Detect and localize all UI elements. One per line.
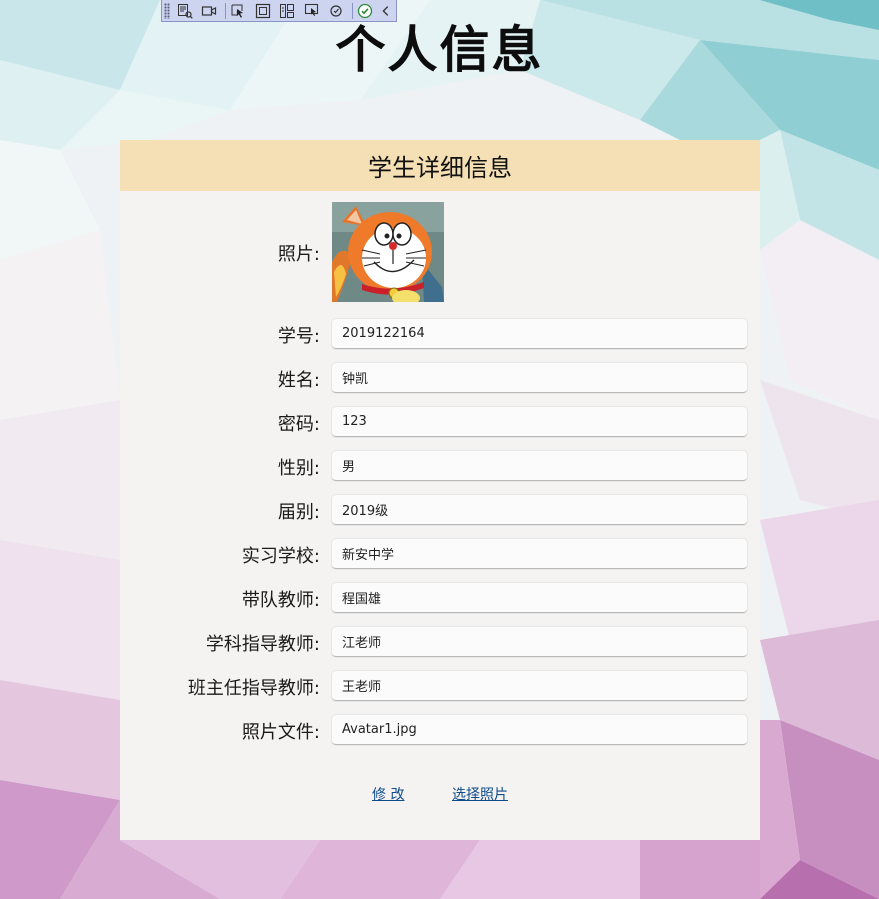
field-row: 届别: — [120, 495, 760, 525]
field-label: 实习学校: — [241, 546, 320, 567]
field-label: 学号: — [277, 326, 320, 347]
debug-toolbar — [161, 0, 397, 22]
field-input[interactable] — [332, 627, 747, 657]
field-row: 学号: — [120, 319, 760, 349]
field-row: 密码: — [120, 407, 760, 437]
field-label: 带队教师: — [241, 590, 320, 611]
photo-label: 照片: — [277, 244, 320, 265]
avatar-image — [332, 202, 444, 302]
pointer-select-icon[interactable] — [228, 1, 249, 21]
field-input[interactable] — [332, 495, 747, 525]
page-title: 个人信息 — [335, 21, 544, 79]
field-input[interactable] — [332, 715, 747, 745]
field-row: 带队教师: — [120, 583, 760, 613]
toolbar-separator — [224, 2, 226, 19]
toolbar-grip-handle[interactable] — [164, 2, 170, 19]
field-input[interactable] — [332, 319, 747, 349]
layout-adorner-icon[interactable] — [252, 1, 273, 21]
field-input[interactable] — [332, 671, 747, 701]
student-detail-card: 学生详细信息 照片: 学号: 2019122164 姓名: 钟凯 密码: 123… — [120, 140, 760, 840]
field-row: 学科指导教师: — [120, 627, 760, 657]
field-label: 性别: — [277, 458, 320, 479]
hot-reload-check-icon[interactable] — [355, 1, 376, 21]
record-icon[interactable] — [198, 1, 219, 21]
field-input[interactable] — [332, 539, 747, 569]
field-row: 实习学校: — [120, 539, 760, 569]
field-row: 班主任指导教师: — [120, 671, 760, 701]
choose-photo-link[interactable]: 选择照片 — [452, 784, 508, 804]
field-label: 届别: — [277, 502, 320, 523]
field-input[interactable] — [332, 451, 747, 481]
photo-row: 照片: — [120, 202, 760, 302]
field-row: 照片文件: — [120, 715, 760, 745]
field-label: 密码: — [277, 414, 320, 435]
select-element-icon[interactable] — [174, 1, 195, 21]
binding-failures-icon[interactable] — [325, 1, 346, 21]
field-row: 性别: — [120, 451, 760, 481]
field-input[interactable] — [332, 407, 747, 437]
edit-link[interactable]: 修 改 — [372, 784, 404, 804]
card-header: 学生详细信息 — [120, 140, 760, 191]
field-input[interactable] — [332, 583, 747, 613]
card-actions: 修 改 选择照片 — [120, 784, 760, 806]
field-row: 姓名: — [120, 363, 760, 393]
toolbar-separator — [351, 2, 353, 19]
collapse-chevron-icon[interactable] — [379, 1, 393, 21]
field-input[interactable] — [332, 363, 747, 393]
field-label: 班主任指导教师: — [187, 678, 320, 699]
field-label: 学科指导教师: — [205, 634, 320, 655]
track-focus-icon[interactable] — [301, 1, 322, 21]
field-label: 姓名: — [277, 370, 320, 391]
field-label: 照片文件: — [241, 722, 320, 743]
display-layout-icon[interactable] — [276, 1, 297, 21]
avatar — [332, 202, 444, 302]
